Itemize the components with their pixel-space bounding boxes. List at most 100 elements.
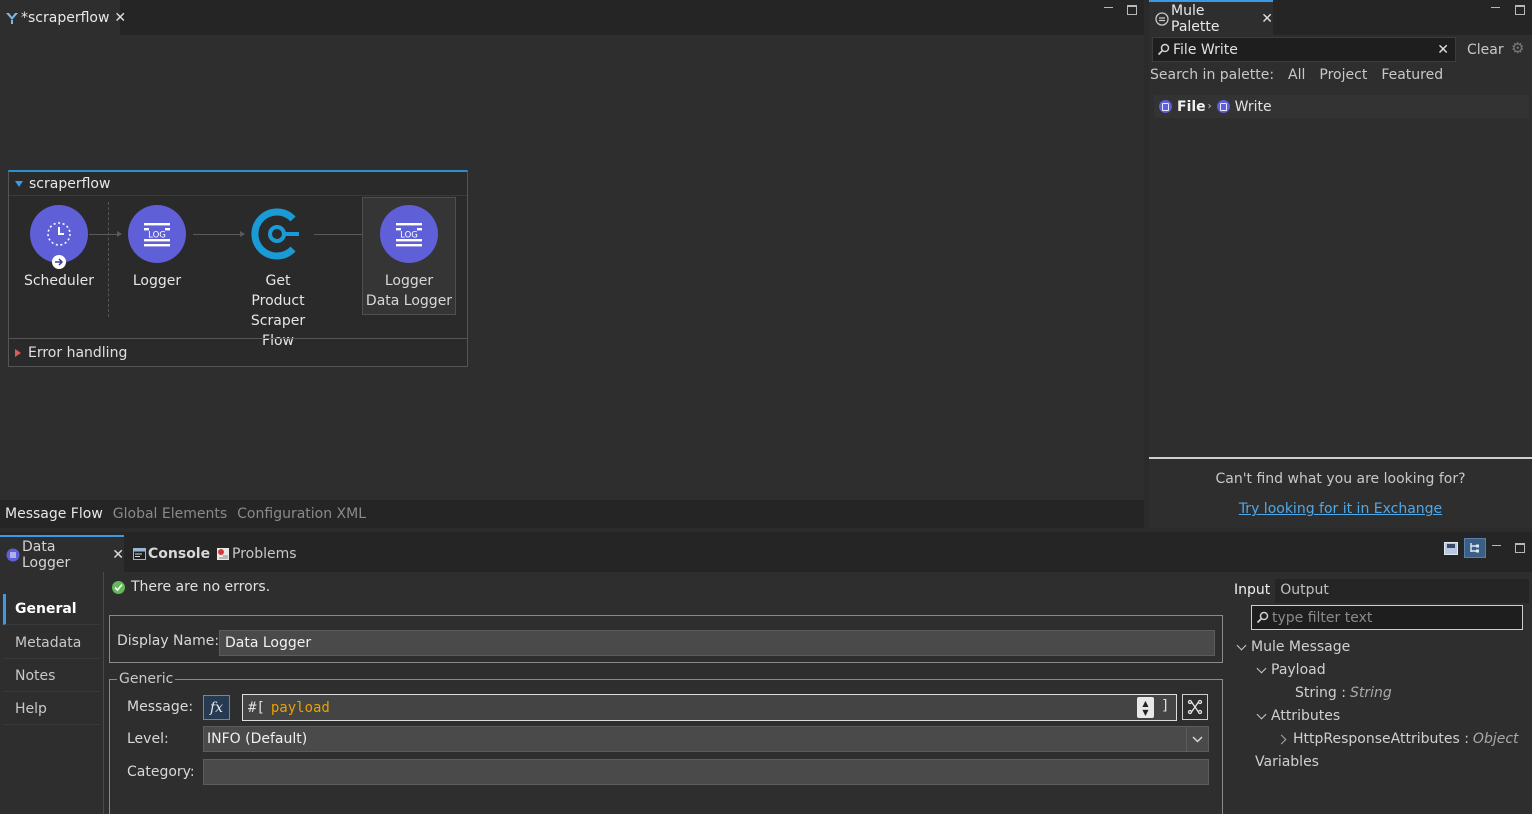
error-handling-row[interactable]: Error handling xyxy=(9,338,467,367)
message-expression-input[interactable]: #[ payload xyxy=(242,694,1177,721)
category-label: Category: xyxy=(127,764,195,780)
flow-reference-icon xyxy=(249,205,307,263)
console-icon xyxy=(133,547,146,560)
nav-general[interactable]: General xyxy=(3,594,100,625)
tab-label: Problems xyxy=(232,545,297,562)
flow-name: scraperflow xyxy=(29,175,111,192)
generic-section: Generic Message: fx #[ payload ▲ ▼ ] Leve… xyxy=(109,671,1223,814)
flow-node-data-logger[interactable]: LOG Logger Data Logger xyxy=(362,197,456,315)
flow-node-flow-reference[interactable]: Get Product Scraper Flow xyxy=(233,205,323,351)
flow-header[interactable]: scraperflow xyxy=(9,172,467,196)
tree-item-payload-type[interactable]: String : String xyxy=(1295,685,1392,701)
tab-message-flow[interactable]: Message Flow xyxy=(0,506,108,522)
log-icon: LOG xyxy=(380,205,438,263)
tab-data-logger[interactable]: Data Logger ✕ xyxy=(0,535,124,572)
tree-item-http-attributes[interactable]: HttpResponseAttributes : Object xyxy=(1276,731,1519,747)
metadata-filter-input[interactable]: type filter text xyxy=(1251,605,1523,630)
maximize-icon[interactable] xyxy=(1515,543,1525,553)
save-icon[interactable] xyxy=(1444,542,1458,555)
chevron-down-icon[interactable] xyxy=(1186,727,1208,751)
metadata-tabs: Input Output xyxy=(1229,579,1529,603)
filter-project[interactable]: Project xyxy=(1319,67,1367,83)
tab-scraperflow[interactable]: *scraperflow ✕ xyxy=(0,0,126,35)
tree-label: Attributes xyxy=(1271,708,1341,724)
category-input[interactable] xyxy=(203,759,1209,785)
nav-help[interactable]: Help xyxy=(3,694,100,725)
flow-container: scraperflow Scheduler LOG Logger Get Pro… xyxy=(8,170,468,367)
node-label: Scheduler xyxy=(23,273,95,289)
chevron-right-icon[interactable] xyxy=(1276,734,1287,744)
properties-panel: Data Logger ✕ Console Problems General M… xyxy=(0,532,1532,814)
generic-legend: Generic xyxy=(117,671,176,687)
flow-node-scheduler[interactable]: Scheduler xyxy=(14,205,104,291)
error-handling-label: Error handling xyxy=(28,345,128,361)
data-mapping-icon[interactable] xyxy=(1182,694,1208,720)
tree-label: Payload xyxy=(1271,662,1326,678)
close-icon[interactable]: ✕ xyxy=(112,547,124,563)
display-name-label: Display Name: xyxy=(117,633,220,649)
palette-icon xyxy=(1155,11,1169,26)
chevron-down-icon[interactable] xyxy=(1256,709,1267,719)
message-label: Message: xyxy=(127,699,194,715)
tree-item-payload[interactable]: Payload xyxy=(1256,662,1326,678)
expand-editor-icon[interactable]: ▲ ▼ xyxy=(1137,697,1154,718)
tab-label: *scraperflow xyxy=(21,9,110,26)
tab-label: Mule Palette xyxy=(1171,2,1220,35)
close-icon[interactable]: ✕ xyxy=(114,10,126,26)
tab-console[interactable]: Console xyxy=(133,535,211,572)
editor-view-tabs: Message Flow Global Elements Configurati… xyxy=(0,500,1144,528)
search-icon xyxy=(1256,611,1269,624)
close-icon[interactable]: ✕ xyxy=(1261,11,1273,27)
tab-input[interactable]: Input xyxy=(1229,579,1276,603)
properties-nav: General Metadata Notes Help xyxy=(0,572,104,814)
clear-button[interactable]: Clear xyxy=(1467,42,1504,58)
nav-metadata[interactable]: Metadata xyxy=(3,628,100,659)
result-module: File xyxy=(1177,98,1206,115)
svg-text:LOG: LOG xyxy=(400,231,418,241)
status-text: There are no errors. xyxy=(131,579,271,595)
tab-global-elements[interactable]: Global Elements xyxy=(108,506,232,522)
problems-icon xyxy=(216,547,230,561)
tab-label: Console xyxy=(148,545,211,562)
tab-output[interactable]: Output xyxy=(1275,579,1334,603)
display-name-input[interactable]: Data Logger xyxy=(219,630,1215,656)
nav-notes[interactable]: Notes xyxy=(3,661,100,692)
palette-result-item[interactable]: File › Write xyxy=(1154,95,1529,118)
tree-view-icon[interactable] xyxy=(1464,538,1486,558)
minimize-icon[interactable] xyxy=(1491,3,1501,13)
flow-node-logger[interactable]: LOG Logger xyxy=(121,205,193,291)
collapse-icon[interactable] xyxy=(15,180,23,187)
tab-label: Data Logger xyxy=(22,538,71,571)
tree-item-mule-message[interactable]: Mule Message xyxy=(1236,639,1350,655)
minimize-icon[interactable] xyxy=(1492,541,1502,551)
file-module-icon xyxy=(1159,100,1172,113)
fx-toggle-button[interactable]: fx xyxy=(203,695,230,720)
gear-icon[interactable]: ⚙ xyxy=(1511,39,1524,57)
arrow-right-icon xyxy=(52,255,66,269)
filter-featured[interactable]: Featured xyxy=(1381,67,1443,83)
check-icon xyxy=(112,580,125,594)
node-label: Logger Data Logger xyxy=(365,273,453,309)
palette-search-input[interactable]: File Write ✕ xyxy=(1152,37,1456,62)
tab-problems[interactable]: Problems xyxy=(216,535,306,572)
tab-configuration-xml[interactable]: Configuration XML xyxy=(232,506,371,522)
tree-type: String xyxy=(1349,685,1392,701)
exchange-link[interactable]: Try looking for it in Exchange xyxy=(1149,501,1532,517)
minimize-icon[interactable] xyxy=(1104,3,1114,13)
result-operation: Write xyxy=(1234,98,1272,115)
expand-icon[interactable] xyxy=(15,349,21,357)
tree-item-variables[interactable]: Variables xyxy=(1255,754,1319,770)
level-value: INFO (Default) xyxy=(207,731,308,747)
display-name-section: Display Name: Data Logger xyxy=(109,615,1223,663)
chevron-down-icon[interactable] xyxy=(1256,663,1267,673)
clear-search-icon[interactable]: ✕ xyxy=(1437,42,1449,58)
maximize-icon[interactable] xyxy=(1127,5,1137,15)
chevron-down-icon[interactable] xyxy=(1236,640,1247,650)
tab-mule-palette[interactable]: Mule Palette ✕ xyxy=(1149,0,1273,35)
mule-icon xyxy=(5,11,19,25)
filter-placeholder: type filter text xyxy=(1272,609,1373,626)
level-select[interactable]: INFO (Default) xyxy=(203,726,1209,752)
filter-all[interactable]: All xyxy=(1288,67,1305,83)
maximize-icon[interactable] xyxy=(1515,5,1525,15)
tree-item-attributes[interactable]: Attributes xyxy=(1256,708,1341,724)
